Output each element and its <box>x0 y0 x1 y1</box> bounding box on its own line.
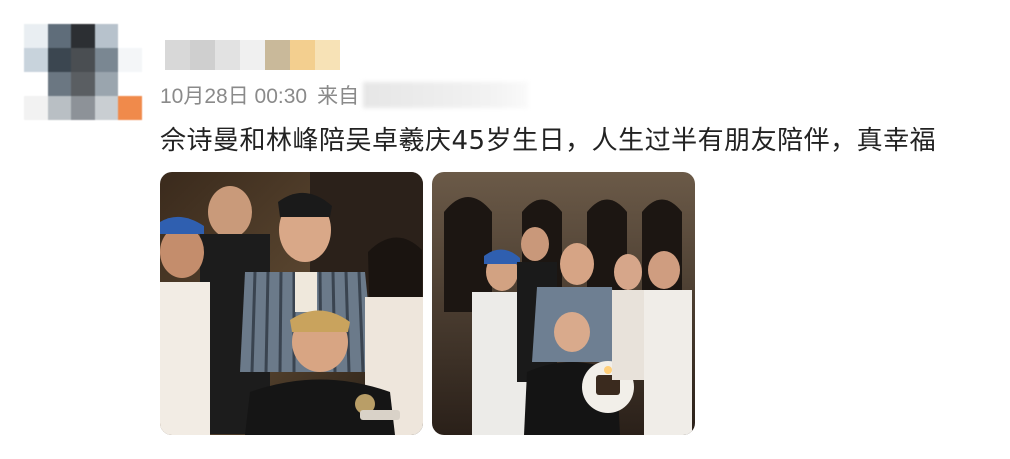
post-meta: 10月28日 00:30 来自 <box>160 82 529 108</box>
weibo-post: 10月28日 00:30 来自 佘诗曼和林峰陪吴卓羲庆45岁生日，人生过半有朋友… <box>0 0 1010 459</box>
photo-1[interactable] <box>160 172 423 435</box>
photo-2[interactable] <box>432 172 695 435</box>
source-mosaic <box>363 82 529 108</box>
post-timestamp: 10月28日 00:30 <box>160 85 308 108</box>
photo-1-image <box>160 172 423 435</box>
photo-2-image <box>432 172 695 435</box>
post-source-prefix: 来自 <box>317 85 360 108</box>
post-text: 佘诗曼和林峰陪吴卓羲庆45岁生日，人生过半有朋友陪伴，真幸福 <box>160 126 937 156</box>
username-mosaic[interactable] <box>165 40 340 70</box>
avatar[interactable] <box>24 24 142 120</box>
